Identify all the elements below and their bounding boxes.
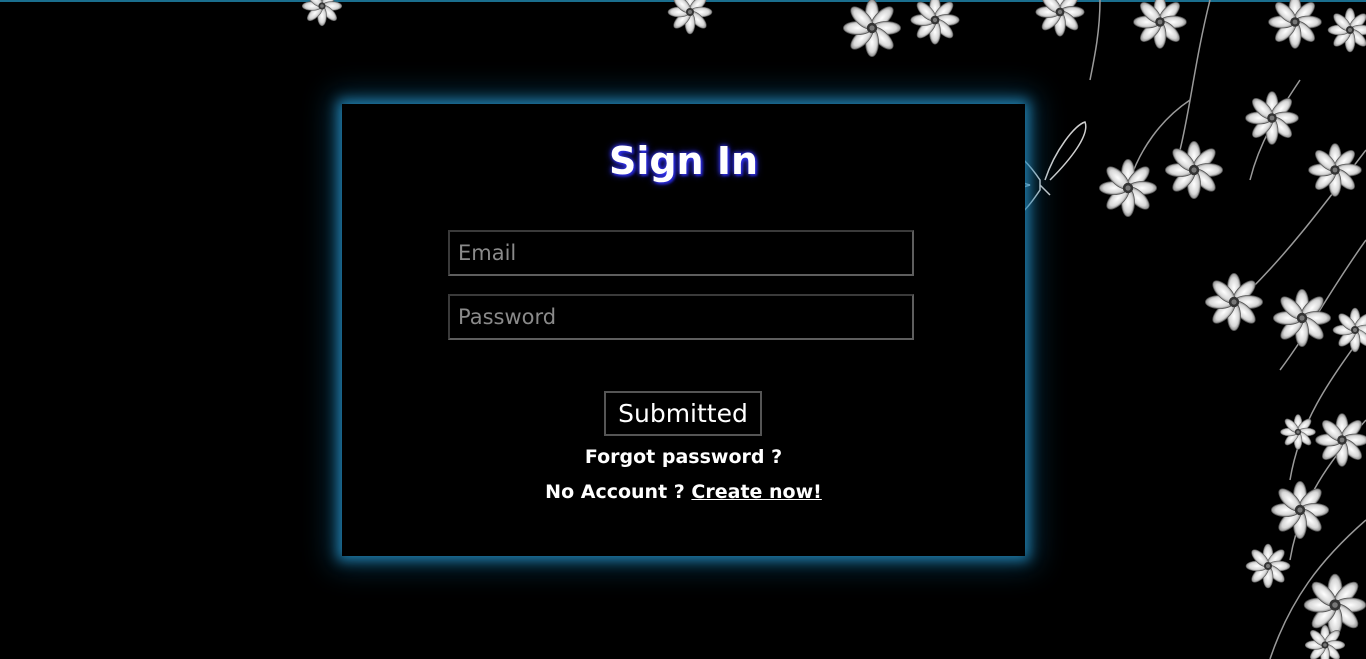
no-account-line: No Account ? Create now! bbox=[342, 479, 1025, 505]
flower-icon bbox=[1035, 0, 1085, 37]
flower-icon bbox=[1280, 413, 1316, 451]
flower-icon bbox=[301, 0, 343, 27]
flower-icon bbox=[1303, 573, 1366, 637]
page-title: Sign In bbox=[608, 139, 759, 183]
flower-icon bbox=[667, 0, 713, 35]
email-field[interactable] bbox=[448, 230, 914, 276]
no-account-text: No Account ? bbox=[545, 481, 685, 503]
signin-card: Sign In Submitted Forgot password ? No A… bbox=[342, 104, 1025, 556]
flower-icon bbox=[1245, 543, 1291, 589]
password-field[interactable] bbox=[448, 294, 914, 340]
flower-icon bbox=[842, 0, 902, 58]
flower-icon bbox=[1272, 288, 1332, 348]
submit-button[interactable]: Submitted bbox=[604, 391, 762, 436]
flower-icon bbox=[1164, 140, 1224, 200]
flower-icon bbox=[1327, 7, 1366, 53]
flower-icon bbox=[1132, 0, 1188, 50]
flower-icon bbox=[910, 0, 960, 45]
flower-icon bbox=[1267, 0, 1323, 50]
flower-icon bbox=[1307, 143, 1363, 197]
flower-icon bbox=[1332, 307, 1366, 353]
flower-icon bbox=[1204, 272, 1264, 332]
flower-icon bbox=[1244, 90, 1300, 145]
create-account-link[interactable]: Create now! bbox=[691, 481, 821, 503]
flower-icon bbox=[1314, 413, 1366, 467]
flower-icon bbox=[1270, 480, 1330, 540]
flower-icon bbox=[1098, 158, 1158, 218]
forgot-password-link[interactable]: Forgot password ? bbox=[342, 444, 1025, 470]
